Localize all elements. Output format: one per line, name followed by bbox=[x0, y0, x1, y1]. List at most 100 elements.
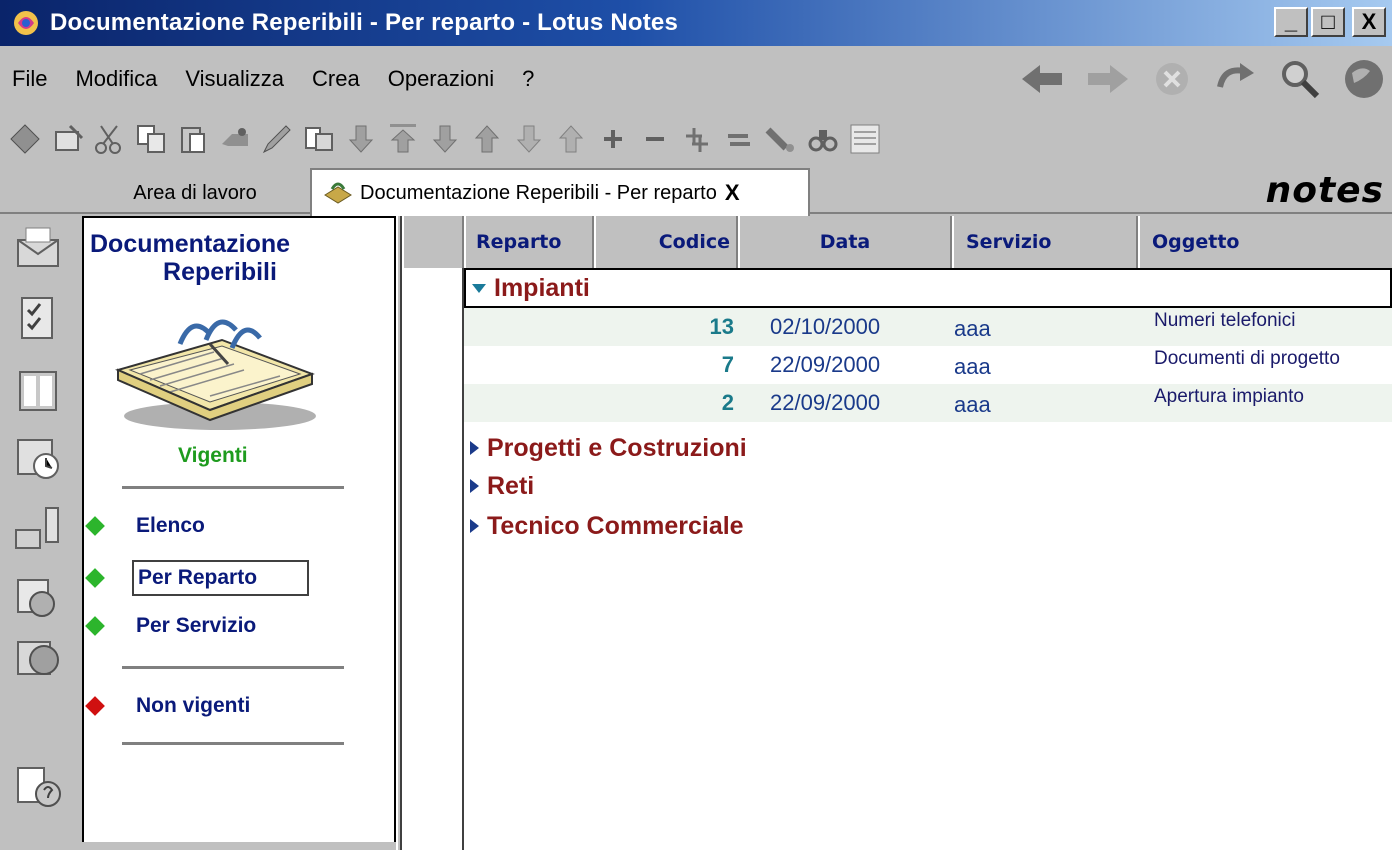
lotus-notes-app-icon[interactable] bbox=[12, 9, 40, 37]
window-controls: _ □ X bbox=[1274, 7, 1386, 37]
tab-active-label: Documentazione Reperibili - Per reparto bbox=[360, 181, 717, 204]
cell-codice: 13 bbox=[709, 314, 734, 339]
category-label: Tecnico Commerciale bbox=[487, 511, 744, 540]
mail-icon[interactable] bbox=[12, 222, 64, 274]
menu-visualizza[interactable]: Visualizza bbox=[171, 66, 298, 92]
table-row[interactable]: 2 22/09/2000 aaa Apertura impianto bbox=[464, 384, 1392, 422]
column-header-servizio[interactable]: Servizio bbox=[952, 216, 1138, 268]
copy-icon[interactable] bbox=[134, 119, 168, 159]
find-icon[interactable] bbox=[806, 119, 840, 159]
maximize-button[interactable]: □ bbox=[1311, 7, 1345, 37]
open-db-icon[interactable] bbox=[8, 119, 42, 159]
replication-icon[interactable] bbox=[12, 504, 64, 556]
column-header-data[interactable]: Data bbox=[738, 216, 952, 268]
refresh-icon[interactable] bbox=[1214, 61, 1258, 97]
discussion-icon[interactable] bbox=[12, 572, 64, 624]
twisty-expanded-icon[interactable] bbox=[472, 283, 486, 293]
cut-icon[interactable] bbox=[92, 119, 126, 159]
close-button[interactable]: X bbox=[1352, 7, 1386, 37]
search-icon[interactable] bbox=[764, 119, 798, 159]
paste-icon[interactable] bbox=[176, 119, 210, 159]
notes-brand-logo: notes bbox=[1265, 170, 1384, 211]
cell-servizio: aaa bbox=[954, 316, 991, 341]
edit-doc-icon[interactable] bbox=[50, 119, 84, 159]
previous-unread-icon[interactable] bbox=[386, 119, 420, 159]
minimize-button[interactable]: _ bbox=[1274, 7, 1308, 37]
green-diamond-icon bbox=[85, 616, 105, 636]
nav-item-per-reparto[interactable]: Per Reparto bbox=[84, 558, 310, 598]
previous-main-icon[interactable] bbox=[554, 119, 588, 159]
green-diamond-icon bbox=[85, 568, 105, 588]
magnifier-icon[interactable] bbox=[1280, 59, 1320, 99]
category-tecnico-commerciale[interactable]: Tecnico Commerciale bbox=[470, 508, 744, 544]
stop-icon[interactable] bbox=[1152, 59, 1192, 99]
navigator-pane: Documentazione Reperibili Vigenti Elenco… bbox=[82, 216, 396, 842]
column-header-reparto[interactable]: Reparto bbox=[464, 216, 594, 268]
back-arrow-icon[interactable] bbox=[1020, 61, 1064, 97]
twisty-collapsed-icon[interactable] bbox=[470, 441, 479, 455]
category-impianti[interactable]: Impianti bbox=[464, 268, 1392, 308]
twisty-collapsed-icon[interactable] bbox=[470, 519, 479, 533]
help-icon[interactable] bbox=[12, 762, 64, 814]
addressbook-icon[interactable] bbox=[12, 364, 64, 416]
cell-servizio: aaa bbox=[954, 354, 991, 379]
column-header-oggetto[interactable]: Oggetto bbox=[1138, 216, 1392, 268]
tab-workspace[interactable]: Area di lavoro bbox=[82, 172, 308, 214]
view-icon[interactable] bbox=[848, 119, 882, 159]
separator bbox=[122, 666, 344, 669]
menu-bar: File Modifica Visualizza Crea Operazioni… bbox=[0, 46, 1392, 112]
table-row[interactable]: 13 02/10/2000 aaa Numeri telefonici bbox=[464, 308, 1392, 346]
toolbar bbox=[0, 112, 1392, 166]
category-progetti-e-costruzioni[interactable]: Progetti e Costruzioni bbox=[470, 430, 747, 466]
tab-bar: Area di lavoro Documentazione Reperibili… bbox=[0, 166, 1392, 216]
selection-margin[interactable] bbox=[402, 216, 464, 850]
next-main-icon[interactable] bbox=[512, 119, 546, 159]
category-label: Progetti e Costruzioni bbox=[487, 433, 747, 462]
cell-data: 02/10/2000 bbox=[770, 314, 881, 339]
menu-help[interactable]: ? bbox=[508, 66, 548, 92]
next-icon[interactable] bbox=[428, 119, 462, 159]
twisty-collapsed-icon[interactable] bbox=[470, 479, 479, 493]
column-header-margin bbox=[402, 216, 464, 268]
cell-oggetto: Numeri telefonici bbox=[1154, 310, 1296, 331]
nav-item-label: Per Servizio bbox=[136, 614, 257, 637]
menu-modifica[interactable]: Modifica bbox=[61, 66, 171, 92]
forward-arrow-icon[interactable] bbox=[1086, 61, 1130, 97]
binder-illustration bbox=[115, 319, 316, 430]
link-icon[interactable] bbox=[302, 119, 336, 159]
nav-item-per-servizio[interactable]: Per Servizio bbox=[84, 606, 260, 646]
tab-active-document[interactable]: Documentazione Reperibili - Per reparto … bbox=[310, 168, 810, 216]
menu-file[interactable]: File bbox=[0, 66, 61, 92]
cell-oggetto: Documenti di progetto bbox=[1154, 348, 1340, 369]
nav-item-label: Non vigenti bbox=[136, 694, 251, 717]
nav-item-elenco[interactable]: Elenco bbox=[84, 506, 209, 546]
nav-item-label: Per Reparto bbox=[132, 560, 310, 596]
nav-item-label: Elenco bbox=[136, 514, 205, 537]
category-label: Impianti bbox=[494, 273, 590, 302]
cell-codice: 2 bbox=[721, 390, 734, 415]
previous-icon[interactable] bbox=[470, 119, 504, 159]
properties-icon[interactable] bbox=[218, 119, 252, 159]
cell-servizio: aaa bbox=[954, 392, 991, 417]
collapse-all-icon[interactable] bbox=[722, 119, 756, 159]
calendar-icon[interactable] bbox=[12, 432, 64, 484]
column-header-codice[interactable]: Codice bbox=[594, 216, 738, 268]
web-icon[interactable] bbox=[12, 632, 64, 684]
edit-pencil-icon[interactable] bbox=[260, 119, 294, 159]
expand-all-icon[interactable] bbox=[680, 119, 714, 159]
tab-close-icon[interactable]: X bbox=[725, 180, 740, 206]
globe-icon[interactable] bbox=[1342, 57, 1386, 101]
cell-data: 22/09/2000 bbox=[770, 390, 881, 415]
category-reti[interactable]: Reti bbox=[470, 468, 534, 504]
vigenti-label: Vigenti bbox=[178, 444, 248, 467]
cell-data: 22/09/2000 bbox=[770, 352, 881, 377]
menu-crea[interactable]: Crea bbox=[298, 66, 374, 92]
expand-icon[interactable] bbox=[596, 119, 630, 159]
collapse-icon[interactable] bbox=[638, 119, 672, 159]
nav-item-non-vigenti[interactable]: Non vigenti bbox=[84, 686, 254, 726]
table-row[interactable]: 7 22/09/2000 aaa Documenti di progetto bbox=[464, 346, 1392, 384]
todo-icon[interactable] bbox=[12, 292, 64, 344]
close-icon: X bbox=[1361, 9, 1377, 34]
menu-operazioni[interactable]: Operazioni bbox=[374, 66, 508, 92]
next-unread-icon[interactable] bbox=[344, 119, 378, 159]
